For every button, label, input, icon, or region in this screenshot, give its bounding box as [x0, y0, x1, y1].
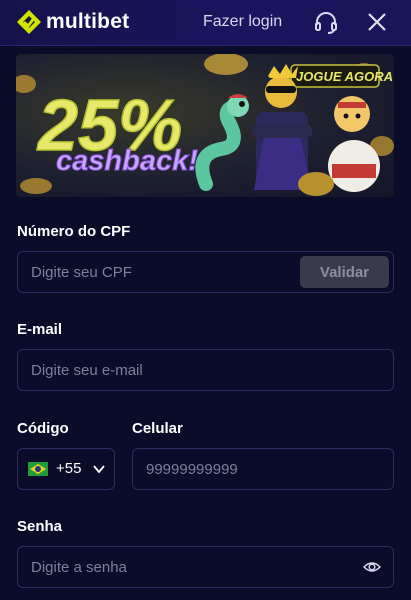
phone-label: Celular — [132, 420, 183, 437]
validate-button[interactable]: Validar — [300, 256, 389, 288]
chevron-down-icon — [93, 465, 105, 474]
banner-subline: cashback! — [56, 145, 198, 177]
country-code-value: +55 — [56, 460, 82, 477]
country-code-label: Código — [17, 420, 69, 437]
cpf-field: Validar — [17, 251, 394, 293]
login-link[interactable]: Fazer login — [203, 13, 282, 31]
password-label: Senha — [17, 518, 63, 535]
country-code-select[interactable]: +55 — [17, 448, 115, 490]
logo[interactable]: multibet — [16, 7, 129, 37]
email-label: E-mail — [17, 321, 63, 338]
headset-icon[interactable] — [313, 10, 339, 36]
phone-field — [132, 448, 394, 490]
brazil-flag-icon — [28, 462, 48, 476]
character-tiger — [298, 96, 380, 196]
password-input[interactable] — [31, 547, 351, 587]
close-icon[interactable] — [366, 11, 388, 33]
cta-label: JOGUE AGORA — [296, 69, 393, 84]
cpf-input[interactable] — [31, 252, 301, 292]
password-field — [17, 546, 394, 588]
top-bar: multibet Fazer login — [0, 0, 411, 46]
logo-text: multibet — [46, 10, 130, 33]
character-snake — [195, 94, 249, 191]
eye-icon[interactable] — [363, 559, 381, 575]
phone-input[interactable] — [146, 449, 382, 489]
promo-banner-art: 25% cashback! JOGUE AGORA — [16, 54, 394, 196]
cpf-label: Número do CPF — [17, 223, 131, 240]
email-input[interactable] — [31, 350, 381, 390]
promo-banner[interactable]: 25% cashback! JOGUE AGORA — [16, 54, 394, 197]
email-field — [17, 349, 394, 391]
coin-graphic — [204, 54, 248, 75]
multibet-logo-icon — [17, 10, 41, 34]
